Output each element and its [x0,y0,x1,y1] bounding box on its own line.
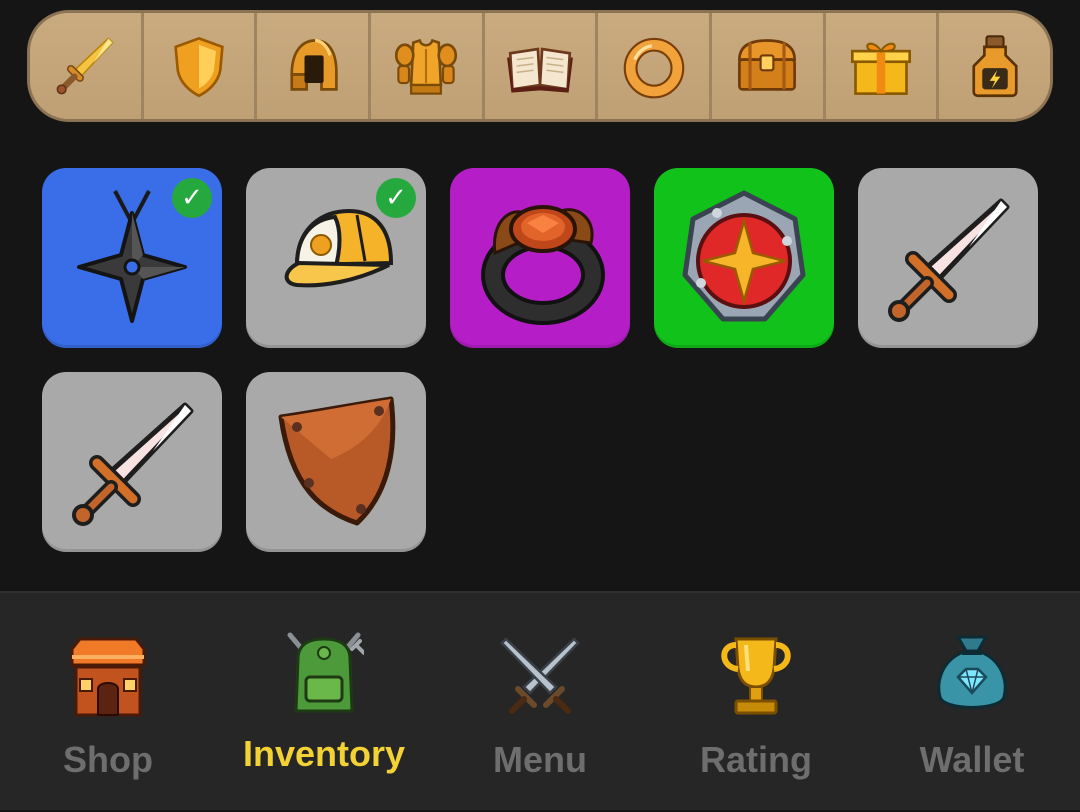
nav-item-shop[interactable]: Shop [0,593,216,812]
inventory-slot[interactable] [246,372,426,552]
nav-label: Rating [700,739,812,780]
nav-label: Inventory [242,733,406,774]
filter-tab-armor[interactable] [371,13,485,119]
category-filter-bar [27,10,1053,122]
inventory-slot[interactable]: ✓ [246,168,426,348]
filter-tab-chests[interactable] [712,13,826,119]
inventory-slot[interactable] [450,168,630,348]
money-bag-icon [937,635,1007,709]
filter-tab-shields[interactable] [143,13,258,119]
shield-icon [174,36,224,98]
inventory-slot[interactable] [858,168,1038,348]
bottom-navigation: Shop Inventory Menu Rating Wallet [0,591,1080,810]
nav-label: Wallet [919,739,1025,780]
equipped-check-icon: ✓ [376,178,416,218]
nav-item-rating[interactable]: Rating [648,593,864,812]
trophy-icon [721,637,791,715]
book-icon [507,47,573,93]
star-medallion-icon [682,190,806,322]
shop-icon [70,637,146,717]
backpack-icon [287,632,364,713]
inventory-slot[interactable]: ✓ [42,168,222,348]
inventory-slot[interactable] [42,372,222,552]
nav-item-menu[interactable]: Menu [432,593,648,812]
potion-icon [972,35,1018,98]
ruby-ring-icon [481,205,605,325]
filter-tab-weapons[interactable] [30,13,144,119]
sword-icon [56,37,115,95]
leather-shield-icon [278,396,396,526]
nav-item-inventory[interactable]: Inventory [216,593,432,812]
armor-icon [395,38,458,95]
filter-tab-potions[interactable] [939,13,1050,119]
inventory-grid: ✓ ✓ [42,168,1042,552]
filter-tab-books[interactable] [484,13,599,119]
filter-tab-gifts[interactable] [825,13,940,119]
ring-icon [623,37,684,99]
nav-item-wallet[interactable]: Wallet [864,593,1080,812]
equipped-check-icon: ✓ [172,178,212,218]
chest-icon [738,39,797,91]
filter-tab-rings[interactable] [598,13,713,119]
crossed-swords-icon [500,637,580,714]
nav-label: Shop [63,739,153,780]
sword-icon [72,402,194,526]
nav-label: Menu [493,739,587,780]
sword-icon [888,198,1010,322]
helmet-icon [290,38,338,91]
inventory-slot[interactable] [654,168,834,348]
filter-tab-helmets[interactable] [257,13,372,119]
gift-icon [851,42,912,95]
